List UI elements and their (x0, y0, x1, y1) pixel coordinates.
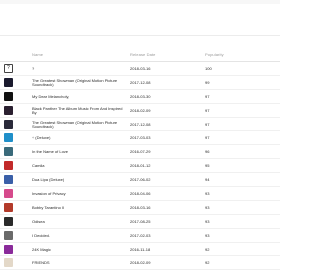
popularity-value: 96 (205, 149, 210, 155)
album-cover-thumbnail (4, 147, 13, 157)
table-row[interactable]: ÷ (Deluxe) 2017-03-03 97 (0, 131, 280, 146)
table-row[interactable]: Invasion of Privacy 2018-04-06 93 (0, 187, 280, 201)
table-row[interactable]: Camila 2018-01-12 95 (0, 159, 280, 174)
popularity-value: 97 (205, 93, 210, 99)
table-row[interactable]: In the Name of Love 2016-07-29 96 (0, 145, 280, 160)
popularity-value: 93 (205, 204, 210, 210)
album-cover-thumbnail (4, 105, 13, 115)
album-name: ? (32, 66, 35, 71)
table-body: ?? 2018-03-16 100 The Greatest Showman (Ori… (0, 62, 280, 271)
album-name: The Greatest Showman (Original Motion Pi… (32, 119, 118, 130)
album-cover-thumbnail: ? (4, 64, 13, 73)
release-date: 2018-03-16 (130, 66, 151, 71)
album-cover-thumbnail (4, 175, 13, 185)
popularity-value: 94 (205, 177, 210, 183)
album-cover-thumbnail (4, 244, 13, 254)
release-date: 2018-04-06 (130, 191, 151, 197)
album-name: FRIENDS (32, 260, 50, 266)
popularity-value: 93 (205, 191, 210, 197)
album-cover-thumbnail (4, 258, 13, 268)
popularity-value: 92 (205, 260, 210, 266)
table-row[interactable]: FRIENDS 2018-02-09 92 (0, 256, 280, 271)
album-cover-thumbnail (4, 133, 13, 143)
release-date: 2016-11-18 (130, 246, 151, 252)
album-name: Invasion of Privacy (32, 191, 66, 197)
popularity-value: 100 (205, 66, 212, 71)
table-row[interactable]: The Greatest Showman (Original Motion Pi… (0, 118, 280, 132)
albums-table: Name Release Date Popularity ?? 2018-03-1… (0, 50, 280, 271)
release-date: 2018-03-30 (130, 93, 151, 99)
album-cover-thumbnail (4, 91, 13, 101)
popularity-value: 97 (205, 121, 210, 127)
album-cover-thumbnail (4, 189, 13, 199)
release-date: 2017-06-02 (130, 177, 151, 183)
table-row[interactable]: 24K Magic 2016-11-18 92 (0, 243, 280, 257)
release-date: 2018-03-16 (130, 204, 151, 210)
release-date: 2018-02-09 (130, 260, 151, 266)
header-popularity[interactable]: Popularity (205, 52, 224, 57)
album-name: Bobby Tarantino II (32, 204, 65, 210)
top-strip (0, 0, 280, 4)
album-name: I Decided. (32, 232, 51, 238)
release-date: 2017-03-03 (130, 135, 151, 141)
popularity-value: 92 (205, 246, 210, 252)
top-bar (0, 0, 280, 36)
album-cover-thumbnail (4, 161, 13, 171)
album-name: Black Panther The Album Music From And I… (32, 105, 123, 116)
table-row[interactable]: Dua Lipa (Deluxe) 2017-06-02 94 (0, 173, 280, 188)
album-name: The Greatest Showman (Original Motion Pi… (32, 77, 118, 88)
album-cover-thumbnail (4, 230, 13, 240)
release-date: 2017-08-25 (130, 218, 151, 224)
album-cover-thumbnail (4, 119, 13, 129)
popularity-value: 93 (205, 232, 210, 238)
popularity-value: 97 (205, 107, 210, 113)
table-row[interactable]: My Dear Melancholy, 2018-03-30 97 (0, 90, 280, 104)
table-row[interactable]: Black Panther The Album Music From And I… (0, 104, 280, 118)
album-name: Odisea (32, 218, 45, 224)
release-date: 2016-07-29 (130, 149, 151, 155)
table-row[interactable]: Bobby Tarantino II 2018-03-16 93 (0, 201, 280, 215)
popularity-value: 93 (205, 218, 210, 224)
popularity-value: 95 (205, 163, 210, 169)
album-name: In the Name of Love (32, 149, 69, 155)
table-row[interactable]: The Greatest Showman (Original Motion Pi… (0, 76, 280, 90)
release-date: 2018-01-12 (130, 163, 151, 169)
release-date: 2017-12-08 (130, 79, 151, 85)
album-cover-thumbnail (4, 216, 13, 226)
header-name[interactable]: Name (32, 52, 43, 57)
table-row[interactable]: ?? 2018-03-16 100 (0, 62, 280, 76)
album-cover-thumbnail (4, 77, 13, 87)
header-release-date[interactable]: Release Date (130, 52, 155, 57)
popularity-value: 97 (205, 135, 210, 141)
popularity-value: 99 (205, 79, 210, 85)
album-name: 24K Magic (32, 246, 51, 252)
release-date: 2017-02-03 (130, 232, 151, 238)
album-name: Camila (32, 163, 45, 169)
table-header: Name Release Date Popularity (0, 50, 280, 62)
table-row[interactable]: Odisea 2017-08-25 93 (0, 215, 280, 229)
album-name: Dua Lipa (Deluxe) (32, 177, 65, 183)
release-date: 2018-02-09 (130, 107, 151, 113)
release-date: 2017-12-08 (130, 121, 151, 127)
table-row[interactable]: I Decided. 2017-02-03 93 (0, 229, 280, 243)
album-cover-thumbnail (4, 202, 13, 212)
album-cover-glyph: ? (7, 65, 10, 71)
album-name: My Dear Melancholy, (32, 93, 70, 99)
album-name: ÷ (Deluxe) (32, 135, 51, 141)
